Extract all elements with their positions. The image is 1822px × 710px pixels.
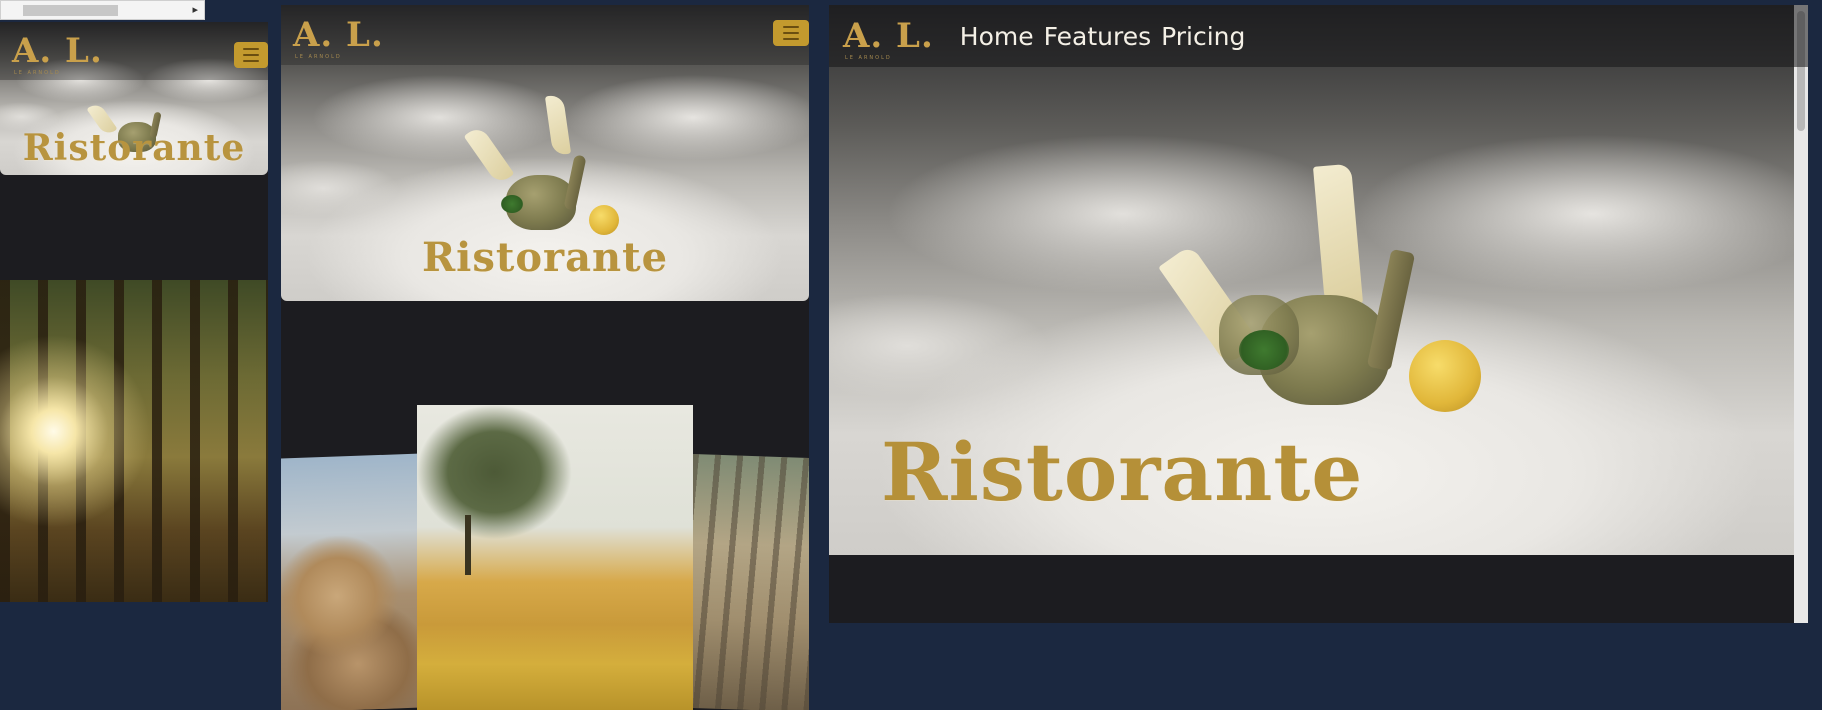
nav-links: Home Features Pricing	[960, 22, 1246, 51]
nav-link-pricing[interactable]: Pricing	[1161, 22, 1245, 51]
hero-title: Ristorante	[881, 425, 1364, 519]
logo-subtitle: LE ARNOLD	[845, 55, 892, 61]
tablet-preview: A. L. LE ARNOLD Ristorante	[281, 5, 809, 710]
nav-link-features[interactable]: Features	[1044, 22, 1152, 51]
desktop-preview: A. L. LE ARNOLD Home Features Pricing Ris…	[829, 5, 1808, 623]
hamburger-menu-icon[interactable]	[234, 42, 268, 68]
hero-banner: A. L. LE ARNOLD Home Features Pricing Ris…	[829, 5, 1808, 555]
logo[interactable]: A. L. LE ARNOLD	[12, 31, 103, 76]
logo-subtitle: LE ARNOLD	[295, 54, 342, 60]
hero-title: Ristorante	[421, 234, 669, 281]
nav-link-home[interactable]: Home	[960, 22, 1034, 51]
navbar: A. L. LE ARNOLD	[0, 22, 268, 80]
hero-banner: A. L. LE ARNOLD Ristorante	[281, 5, 809, 301]
dish-image	[1158, 145, 1481, 445]
navbar: A. L. LE ARNOLD	[281, 5, 809, 65]
logo-subtitle: LE ARNOLD	[14, 70, 61, 76]
dish-image	[461, 94, 631, 255]
horizontal-scrollbar[interactable]: ▸	[0, 0, 205, 20]
hero-banner: A. L. LE ARNOLD Ristorante	[0, 22, 268, 175]
vertical-scrollbar[interactable]	[1794, 5, 1808, 623]
forest-photo	[0, 280, 268, 602]
chevron-right-icon[interactable]: ▸	[192, 3, 198, 16]
hamburger-menu-icon[interactable]	[773, 20, 809, 46]
navbar: A. L. LE ARNOLD Home Features Pricing	[829, 5, 1808, 67]
logo[interactable]: A. L. LE ARNOLD	[843, 16, 934, 61]
meadow-photo[interactable]	[417, 405, 693, 710]
cliffs-photo	[693, 453, 809, 710]
hero-title: Ristorante	[22, 127, 246, 169]
rock-photo	[281, 453, 421, 710]
scrollbar-thumb[interactable]	[23, 5, 118, 16]
mobile-preview: A. L. LE ARNOLD Ristorante	[0, 22, 268, 602]
logo[interactable]: A. L. LE ARNOLD	[293, 15, 384, 60]
